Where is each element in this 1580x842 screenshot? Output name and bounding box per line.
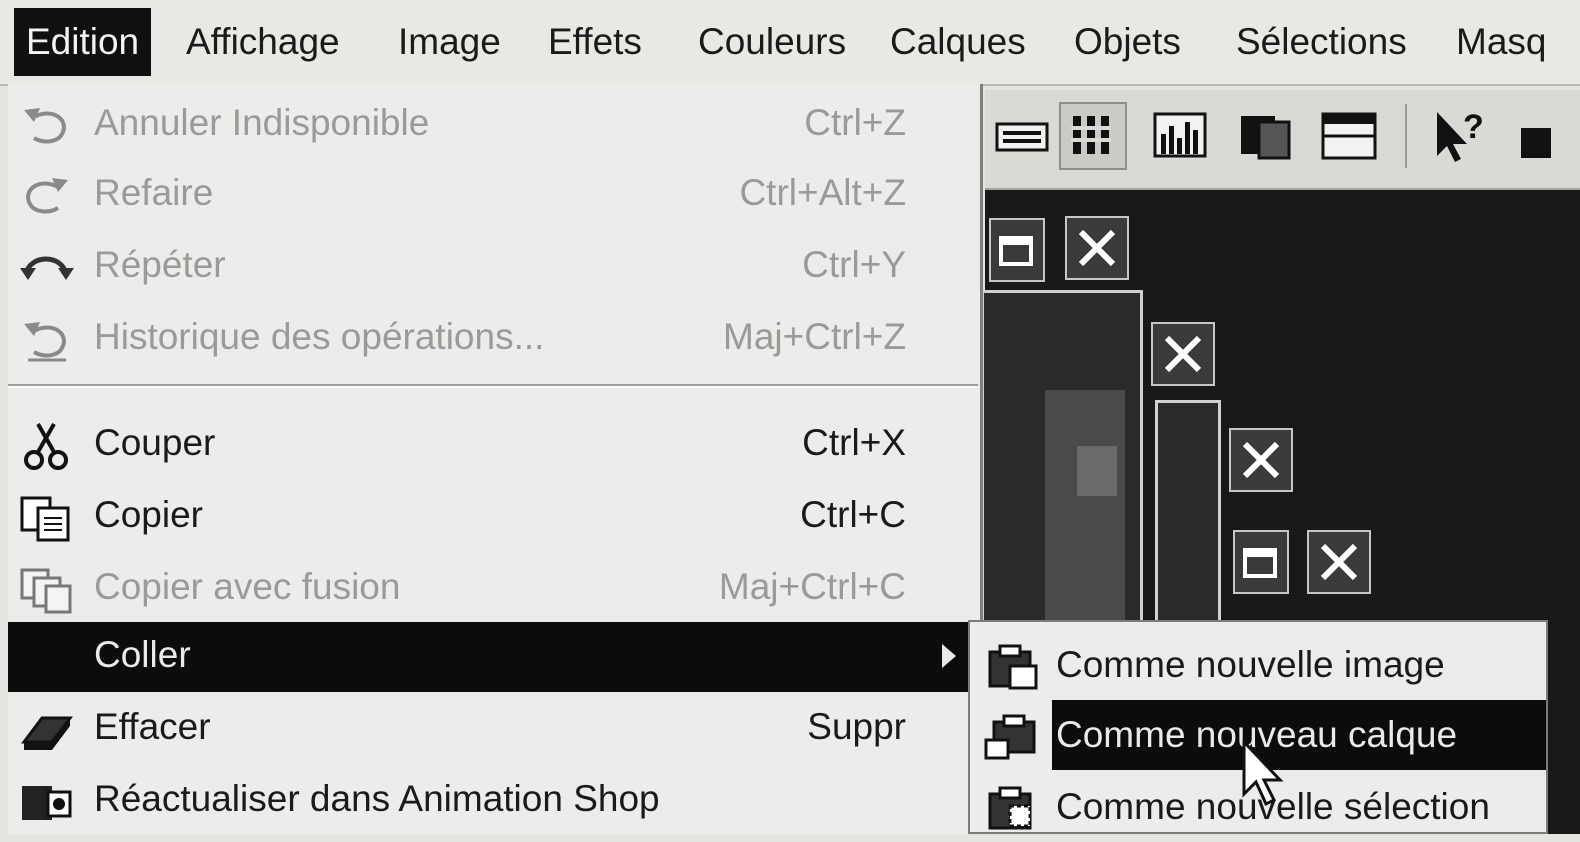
copy-merged-icon	[20, 568, 72, 614]
menu-item-couper[interactable]: Couper Ctrl+X	[8, 410, 978, 480]
close-icon[interactable]	[1151, 322, 1215, 386]
redo-icon	[26, 178, 68, 214]
close-icon[interactable]	[1307, 530, 1371, 594]
maximize-button[interactable]	[989, 218, 1045, 282]
paste-new-layer-icon	[984, 714, 1036, 760]
menu-item-shortcut: Ctrl+Y	[802, 244, 906, 285]
submenu-item-nouvelle-image[interactable]: Comme nouvelle image	[970, 630, 1546, 700]
submenu-arrow-icon	[942, 644, 956, 668]
menu-item-label: Copier avec fusion	[94, 566, 401, 607]
overview-window-icon[interactable]	[1315, 102, 1383, 170]
copy-icon	[20, 496, 70, 542]
menu-selections[interactable]: Sélections	[1236, 8, 1407, 76]
submenu-item-label: Comme nouvelle image	[1056, 644, 1445, 685]
menu-item-label: Annuler Indisponible	[94, 102, 430, 143]
close-icon[interactable]	[1065, 216, 1129, 280]
maximize-button[interactable]	[1233, 530, 1289, 594]
menu-item-label: Effacer	[94, 706, 211, 747]
menu-item-shortcut: Ctrl+X	[802, 422, 906, 463]
close-icon[interactable]	[1229, 428, 1293, 492]
eraser-icon	[21, 716, 73, 750]
menu-item-reactualiser[interactable]: Réactualiser dans Animation Shop	[8, 766, 978, 836]
menu-item-copier[interactable]: Copier Ctrl+C	[8, 482, 978, 552]
menu-bar: Edition Affichage Image Effets Couleurs …	[0, 0, 1580, 86]
image-thumbnail	[1045, 390, 1125, 630]
menu-couleurs[interactable]: Couleurs	[698, 8, 846, 76]
menu-item-shortcut: Ctrl+Z	[804, 102, 906, 143]
image-thumbnail	[1077, 446, 1117, 496]
menu-item-historique[interactable]: Historique des opérations... Maj+Ctrl+Z	[8, 304, 978, 374]
svg-text:?: ?	[1463, 108, 1484, 146]
animation-shop-icon	[22, 786, 72, 820]
context-help-icon[interactable]: ?	[1425, 102, 1493, 170]
keyboard-icon[interactable]	[989, 102, 1057, 170]
menu-item-shortcut: Suppr	[807, 706, 906, 747]
menu-item-label: Coller	[94, 634, 191, 675]
paste-new-selection-icon	[988, 786, 1032, 830]
menu-item-label: Copier	[94, 494, 203, 535]
menu-item-annuler[interactable]: Annuler Indisponible Ctrl+Z	[8, 90, 978, 160]
menu-item-shortcut: Maj+Ctrl+Z	[723, 316, 906, 357]
menu-item-shortcut: Ctrl+C	[800, 494, 906, 535]
menu-objets[interactable]: Objets	[1074, 8, 1181, 76]
menu-edition[interactable]: Edition	[14, 8, 152, 76]
menu-item-repeter[interactable]: Répéter Ctrl+Y	[8, 232, 978, 302]
edit-menu: Annuler Indisponible Ctrl+Z Refaire Ctrl…	[8, 84, 983, 834]
menu-item-label: Historique des opérations...	[94, 316, 545, 357]
menu-affichage[interactable]: Affichage	[186, 8, 340, 76]
scissors-icon	[24, 423, 68, 470]
menu-item-shortcut: Ctrl+Alt+Z	[739, 172, 906, 213]
menu-effets[interactable]: Effets	[548, 8, 642, 76]
menu-item-label: Refaire	[94, 172, 214, 213]
menu-item-effacer[interactable]: Effacer Suppr	[8, 694, 978, 764]
menu-item-label: Réactualiser dans Animation Shop	[94, 778, 660, 819]
lock-icon[interactable]	[1513, 102, 1580, 170]
toolbar: ?	[985, 90, 1580, 190]
history-icon	[24, 322, 66, 362]
menu-item-coller[interactable]: Coller	[8, 622, 978, 692]
image-window[interactable]	[1155, 400, 1221, 636]
menu-calques[interactable]: Calques	[890, 8, 1026, 76]
menu-item-label: Répéter	[94, 244, 226, 285]
palette-columns-icon[interactable]	[1059, 102, 1127, 170]
menu-item-copier-fusion[interactable]: Copier avec fusion Maj+Ctrl+C	[8, 554, 978, 624]
repeat-icon	[20, 256, 74, 280]
menu-separator	[8, 384, 978, 388]
menu-image[interactable]: Image	[398, 8, 501, 76]
histogram-icon[interactable]	[1147, 102, 1215, 170]
menu-item-refaire[interactable]: Refaire Ctrl+Alt+Z	[8, 160, 978, 230]
mouse-cursor-icon	[1242, 740, 1284, 807]
toolbar-separator	[1405, 104, 1407, 168]
menu-masques[interactable]: Masq	[1456, 8, 1546, 76]
menu-item-label: Couper	[94, 422, 216, 463]
undo-icon	[24, 108, 66, 144]
layers-palette-icon[interactable]	[1231, 102, 1299, 170]
paste-new-image-icon	[988, 644, 1038, 690]
menu-item-shortcut: Maj+Ctrl+C	[718, 566, 906, 607]
